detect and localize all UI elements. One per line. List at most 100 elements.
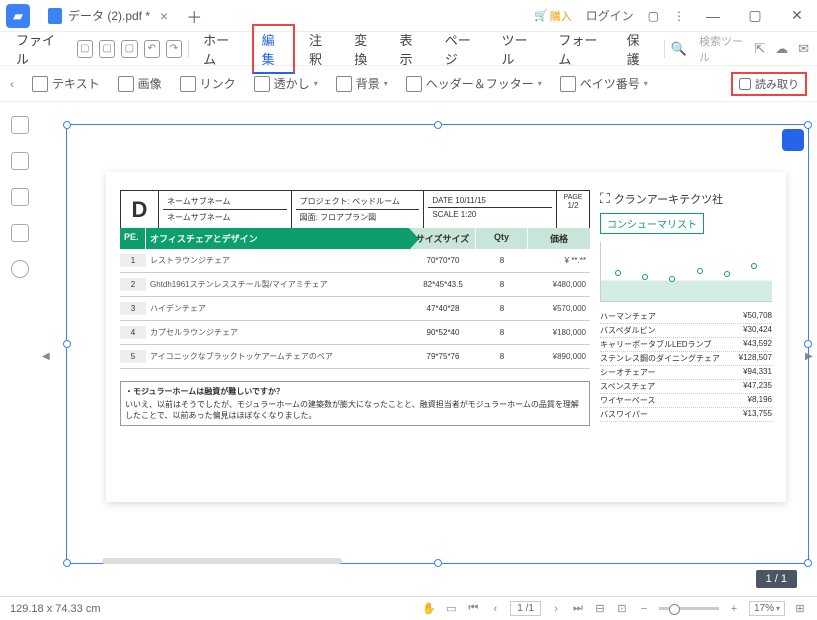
list-item: キャリーポータブルLEDランプ¥43,592 [600,338,772,352]
horizontal-scrollbar[interactable] [102,558,342,564]
menu-home[interactable]: ホーム [195,26,246,72]
architect-icon: ⛶ [600,190,610,207]
fit-width-icon[interactable]: ⊟ [593,602,607,616]
open-icon[interactable]: ▢ [77,40,93,58]
prev-page-icon[interactable]: ‹ [488,602,502,616]
view-mode-icon[interactable]: ⊞ [793,602,807,616]
document-canvas[interactable]: ◀ ▶ D ネームサブネーム ネームサブネーム [40,102,817,596]
resize-handle[interactable] [63,121,71,129]
left-sidebar [0,102,40,596]
select-tool-icon[interactable]: ▭ [444,602,458,616]
doc-note: ・モジュラーホームは融資が難しいですか？ いいえ、以前はそうでしたが、モジュラー… [120,381,590,426]
link-tool[interactable]: リンク [180,75,236,92]
table-row: 2Ghtdh1961ステンレススチール製/マイアミチェア82*45*43.58¥… [120,273,590,297]
readonly-checkbox[interactable] [739,78,751,90]
floating-action-button[interactable] [782,129,804,151]
close-tab-icon[interactable]: × [160,8,168,24]
last-page-icon[interactable]: ⏭ [571,602,585,616]
image-icon [118,76,134,92]
zoom-slider[interactable] [659,607,719,610]
prev-page-arrow[interactable]: ◀ [42,349,52,363]
back-icon[interactable]: ‹ [10,77,14,91]
doc-header: D ネームサブネーム ネームサブネーム プロジェクト: ベッドルーム 図面: フ… [120,190,590,229]
table-row: 1レストラウンジチェア70*70*708¥ **.** [120,249,590,273]
header-footer-tool[interactable]: ヘッダー＆フッター▾ [406,75,542,92]
resize-handle[interactable] [804,340,812,348]
header-footer-icon [406,76,422,92]
resize-handle[interactable] [63,340,71,348]
notification-icon[interactable]: ▢ [648,9,659,23]
menu-annotate[interactable]: 注釈 [301,26,340,72]
list-item: スペンスチェア¥47,235 [600,380,772,394]
first-page-icon[interactable]: ⏮ [466,602,480,616]
menu-page[interactable]: ページ [437,26,488,72]
file-icon [48,8,62,24]
background-tool[interactable]: 背景▾ [336,75,388,92]
text-icon [32,76,48,92]
menu-file[interactable]: ファイル [8,26,71,72]
add-tab-button[interactable]: ＋ [186,4,202,28]
text-tool[interactable]: テキスト [32,75,100,92]
list-item: ステンレス鋼のダイニングチェア¥128,507 [600,352,772,366]
link-icon [180,76,196,92]
page-indicator: 1 / 1 [756,570,797,588]
next-page-icon[interactable]: › [549,602,563,616]
image-tool[interactable]: 画像 [118,75,162,92]
comments-icon[interactable] [11,188,29,206]
table-row: 5アイコニックなブラックトッケアームチェアのペア79*75*768¥890,00… [120,345,590,369]
more-icon[interactable]: ⋮ [673,9,685,23]
watermark-tool[interactable]: 透かし▾ [254,75,318,92]
redo-icon[interactable]: ↷ [166,40,182,58]
close-window-button[interactable]: ✕ [783,2,811,30]
minimize-button[interactable]: — [699,2,727,30]
maximize-button[interactable]: ▢ [741,2,769,30]
tab-title: データ (2).pdf * [68,7,150,24]
menu-tool[interactable]: ツール [493,26,544,72]
fit-page-icon[interactable]: ⊡ [615,602,629,616]
dimensions-label: 129.18 x 74.33 cm [10,603,101,615]
line-chart [600,242,772,302]
menu-edit[interactable]: 編集 [252,24,295,74]
brand-name: ⛶クランアーキテクツ社 [600,190,772,207]
list-item: バスワイパー¥13,755 [600,408,772,422]
watermark-icon [254,76,270,92]
list-item: バスペダルビン¥30,424 [600,324,772,338]
search-icon[interactable]: 🔍 [671,41,687,57]
page-input[interactable]: 1 /1 [510,601,541,616]
hand-tool-icon[interactable]: ✋ [422,602,436,616]
zoom-out-icon[interactable]: − [637,602,651,616]
resize-handle[interactable] [63,559,71,567]
readonly-toggle[interactable]: 読み取り [731,72,807,96]
login-link[interactable]: ログイン [586,7,634,24]
send-icon[interactable]: ✉ [798,41,809,57]
share-icon[interactable]: ⇱ [754,41,765,57]
cloud-icon[interactable]: ☁ [775,41,788,57]
doc-logo: D [121,191,159,228]
resize-handle[interactable] [804,559,812,567]
table-header: PE. オフィスチェアとデザイン サイズサイズ Qty 価格 [120,228,590,249]
resize-handle[interactable] [434,559,442,567]
bookmarks-icon[interactable] [11,152,29,170]
search-panel-icon[interactable] [11,260,29,278]
save-icon[interactable]: ▢ [99,40,115,58]
resize-handle[interactable] [804,121,812,129]
search-label[interactable]: 検索ツール [699,33,748,65]
menu-view[interactable]: 表示 [392,26,431,72]
table-row: 4カプセルラウンジチェア90*52*408¥180,000 [120,321,590,345]
purchase-link[interactable]: 🛒購入 [534,8,572,24]
print-icon[interactable]: ▢ [121,40,137,58]
bates-icon [560,76,576,92]
undo-icon[interactable]: ↶ [144,40,160,58]
zoom-select[interactable]: 17%▾ [749,601,785,616]
menu-protect[interactable]: 保護 [619,26,658,72]
status-bar: 129.18 x 74.33 cm ✋ ▭ ⏮ ‹ 1 /1 › ⏭ ⊟ ⊡ −… [0,596,817,620]
zoom-in-icon[interactable]: + [727,602,741,616]
attachments-icon[interactable] [11,224,29,242]
thumbnails-icon[interactable] [11,116,29,134]
resize-handle[interactable] [434,121,442,129]
bates-tool[interactable]: ベイツ番号▾ [560,75,648,92]
menu-convert[interactable]: 変換 [346,26,385,72]
menu-form[interactable]: フォーム [550,26,612,72]
consumer-label: コンシューマリスト [600,213,704,234]
app-icon: ▰ [6,4,30,28]
